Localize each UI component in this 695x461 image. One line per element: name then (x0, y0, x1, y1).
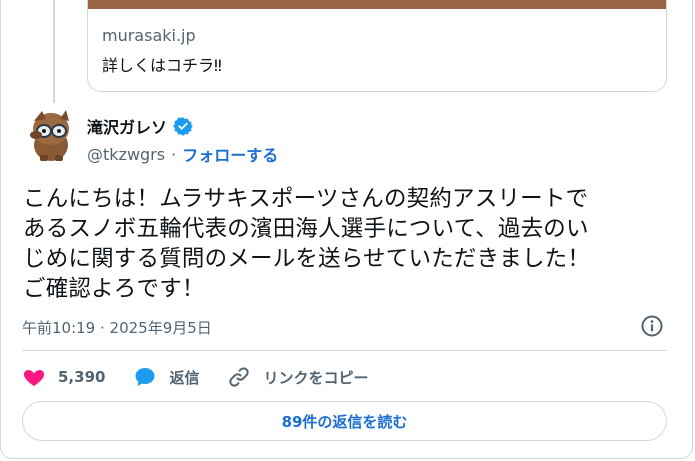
tweet-timestamp[interactable]: 午前10:19 · 2025年9月5日 (22, 317, 212, 338)
divider (22, 350, 667, 351)
reply-label: 返信 (169, 368, 200, 387)
copy-link-label: リンクをコピー (263, 368, 369, 387)
verified-badge-icon (173, 117, 193, 136)
reply-bubble-icon (135, 368, 155, 386)
read-replies-button[interactable]: 89件の返信を読む (22, 401, 667, 441)
link-preview-card[interactable]: murasaki.jp 詳しくはコチラ‼ (87, 0, 667, 92)
separator-dot: · (171, 144, 177, 164)
tweet-text: こんにちは！ムラサキスポーツさんの契約アスリートで あるスノボ五輪代表の濱田海人… (23, 186, 591, 302)
read-replies-label: 89件の返信を読む (281, 412, 408, 431)
avatar[interactable] (22, 105, 80, 163)
author-handle[interactable]: @tkzwgrs (87, 145, 165, 164)
heart-icon (23, 370, 45, 386)
action-bar: 5,390 返信 リンクをコピー (22, 364, 396, 390)
handle-row: @tkzwgrs · フォローする (87, 142, 278, 166)
like-action[interactable]: 5,390 (22, 365, 105, 389)
link-preview-title: 詳しくはコチラ‼ (102, 56, 222, 75)
follow-button[interactable]: フォローする (182, 142, 278, 166)
author-display-name[interactable]: 滝沢ガレソ (87, 114, 167, 138)
link-icon (229, 367, 250, 387)
link-preview-image (88, 0, 666, 9)
link-preview-domain: murasaki.jp (102, 26, 196, 45)
author-name[interactable]: 滝沢ガレソ (87, 114, 193, 138)
like-count: 5,390 (58, 368, 106, 386)
copy-link-action[interactable]: リンクをコピー (227, 365, 368, 389)
info-icon[interactable] (640, 314, 664, 338)
thread-connector-line (53, 0, 55, 103)
reply-action[interactable]: 返信 (133, 365, 199, 389)
